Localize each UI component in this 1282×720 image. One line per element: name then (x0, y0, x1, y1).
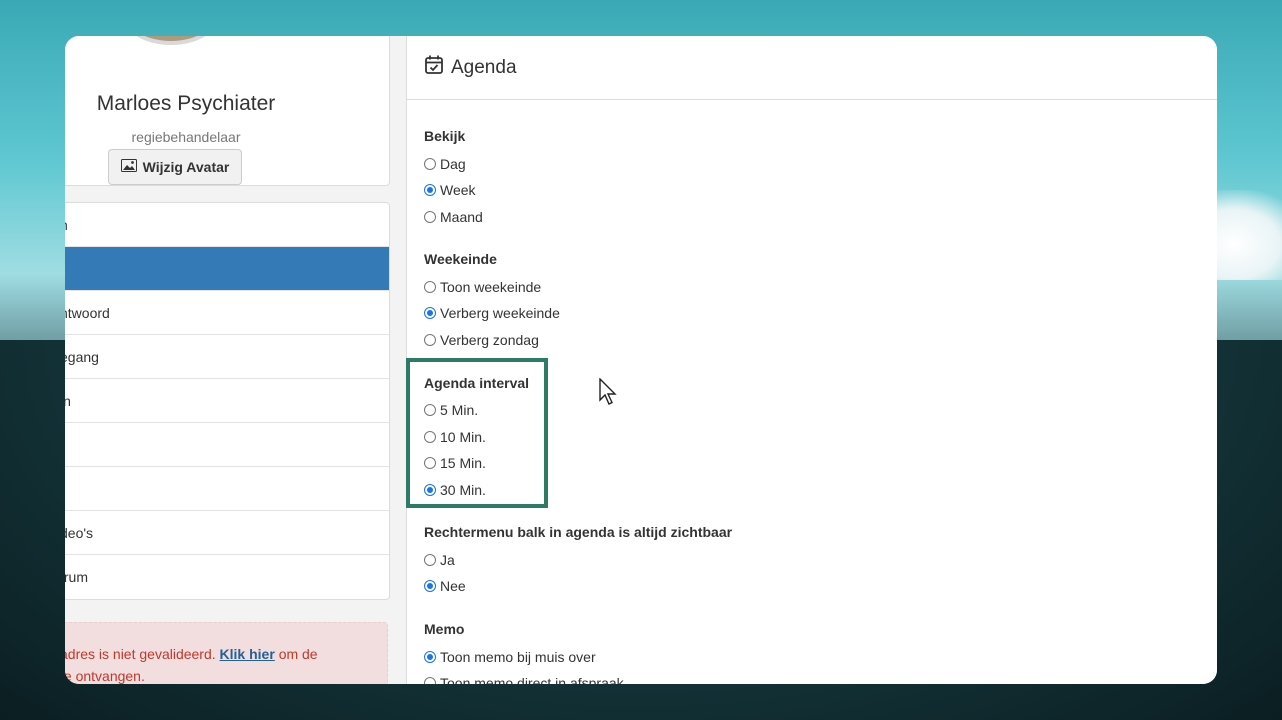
radio-button[interactable] (424, 211, 436, 223)
alert-text: adres is niet gevalideerd. (65, 646, 216, 662)
radio-button[interactable] (424, 484, 436, 496)
radio-label: Toon memo bij muis over (440, 649, 596, 665)
radio-button[interactable] (424, 334, 436, 346)
radio-button[interactable] (424, 580, 436, 592)
setting-label-bekijk: Bekijk (424, 128, 466, 144)
sidebar-item-label: egang (65, 348, 99, 365)
radio-label: Week (440, 182, 476, 198)
setting-label-rechtermenu: Rechtermenu balk in agenda is altijd zic… (424, 524, 733, 540)
sidebar-item[interactable] (65, 423, 389, 467)
radio-label: 10 Min. (440, 429, 486, 445)
radio-label: 15 Min. (440, 455, 486, 471)
sidebar-item-label: deo's (65, 524, 94, 541)
image-icon (120, 159, 137, 175)
sidebar-item-label: in (65, 392, 71, 409)
app-window: Marloes Psychiater regiebehandelaar Wijz… (65, 36, 1217, 684)
radio-label: Ja (440, 552, 455, 568)
radio-option-interval[interactable]: 10 Min. (424, 429, 486, 445)
radio-option-memo[interactable]: Toon memo bij muis over (424, 649, 596, 665)
radio-option-bekijk[interactable]: Maand (424, 209, 483, 225)
sidebar-item[interactable]: deo's (65, 511, 389, 555)
sidebar-item-label: ntwoord (65, 304, 110, 321)
radio-label: Nee (440, 578, 466, 594)
sidebar-item[interactable]: egang (65, 335, 389, 379)
profile-card: Marloes Psychiater regiebehandelaar Wijz… (65, 36, 390, 186)
radio-option-memo[interactable]: Toon memo direct in afspraak (424, 675, 624, 684)
sidebar-item[interactable]: in (65, 379, 389, 423)
radio-option-weekeinde[interactable]: Toon weekeinde (424, 279, 541, 295)
sidebar-item-label: n (65, 217, 68, 233)
radio-option-bekijk[interactable]: Week (424, 182, 476, 198)
alert-link[interactable]: Klik hier (220, 646, 275, 662)
radio-option-bekijk[interactable]: Dag (424, 156, 466, 172)
radio-label: Maand (440, 209, 483, 225)
sidebar-item[interactable]: ntwoord (65, 291, 389, 335)
radio-button[interactable] (424, 404, 436, 416)
setting-label-interval: Agenda interval (424, 375, 530, 391)
setting-label-memo: Memo (424, 621, 465, 637)
radio-button[interactable] (424, 281, 436, 293)
agenda-panel: Agenda Bekijk Dag Week Maand Weekeinde Toon w… (406, 36, 1217, 684)
radio-button[interactable] (424, 651, 436, 663)
radio-option-weekeinde[interactable]: Verberg weekeinde (424, 305, 560, 321)
panel-title: Agenda (451, 56, 517, 78)
radio-button[interactable] (424, 677, 436, 684)
profile-role: regiebehandelaar (131, 129, 241, 145)
alert-text-line2: te ontvangen. (65, 668, 145, 684)
panel-header: Agenda (407, 36, 1217, 100)
sidebar-item-label: trum (65, 569, 88, 585)
sidebar-item[interactable] (65, 247, 389, 291)
radio-option-weekeinde[interactable]: Verberg zondag (424, 332, 539, 348)
radio-label: Verberg zondag (440, 332, 539, 348)
radio-label: Toon weekeinde (440, 279, 542, 295)
radio-option-rechtermenu[interactable]: Nee (424, 578, 466, 594)
sidebar-item[interactable]: trum (65, 555, 389, 599)
radio-option-rechtermenu[interactable]: Ja (424, 552, 455, 568)
setting-label-weekeinde: Weekeinde (424, 251, 497, 267)
change-avatar-button[interactable]: Wijzig Avatar (108, 149, 242, 185)
profile-name: Marloes Psychiater (96, 92, 276, 115)
sidebar-item[interactable] (65, 467, 389, 511)
change-avatar-label: Wijzig Avatar (142, 159, 230, 175)
radio-label: 30 Min. (440, 482, 486, 498)
email-validation-alert: adres is niet gevalideerd. Klik hier om … (65, 622, 388, 684)
radio-button[interactable] (424, 158, 436, 170)
radio-option-interval[interactable]: 5 Min. (424, 402, 478, 418)
radio-label: 5 Min. (440, 402, 479, 418)
radio-button[interactable] (424, 554, 436, 566)
radio-option-interval[interactable]: 30 Min. (424, 482, 486, 498)
radio-button[interactable] (424, 307, 436, 319)
radio-button[interactable] (424, 457, 436, 469)
sidebar-item[interactable]: n (65, 203, 389, 247)
radio-label: Toon memo direct in afspraak (440, 675, 624, 684)
radio-button[interactable] (424, 431, 436, 443)
radio-label: Dag (440, 156, 466, 172)
avatar (119, 36, 223, 45)
calendar-check-icon (425, 55, 443, 80)
alert-text-after: om de (278, 646, 318, 662)
left-column: Marloes Psychiater regiebehandelaar Wijz… (65, 36, 405, 684)
settings-menu: n ntwoord egang in deo's trum (65, 202, 390, 600)
radio-button[interactable] (424, 184, 436, 196)
radio-label: Verberg weekeinde (440, 305, 560, 321)
radio-option-interval[interactable]: 15 Min. (424, 455, 486, 471)
mouse-cursor-icon (599, 377, 617, 411)
